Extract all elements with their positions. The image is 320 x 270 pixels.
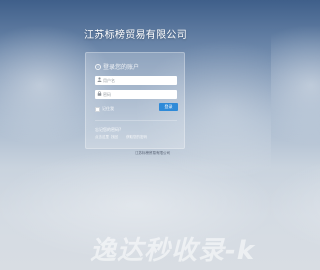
remember-checkbox[interactable] bbox=[95, 106, 100, 112]
panel-divider bbox=[95, 120, 177, 121]
panel-heading: i 登录您的账户 bbox=[95, 62, 139, 71]
login-panel: i 登录您的账户 记住我 登录 忘记您的密码? 点击这里 找回 获取您的密码 bbox=[85, 52, 185, 149]
password-field[interactable] bbox=[95, 90, 177, 99]
copyright: 江苏标榜贸易有限公司 bbox=[135, 151, 170, 155]
login-heading: 登录您的账户 bbox=[103, 64, 140, 71]
remember-me[interactable]: 记住我 bbox=[95, 106, 114, 112]
forgot-password-title: 忘记您的密码? bbox=[95, 127, 122, 132]
password-input[interactable] bbox=[103, 90, 173, 99]
watermark-text: 逸达秒收录-k bbox=[90, 236, 256, 266]
login-button[interactable]: 登录 bbox=[159, 103, 178, 111]
company-title: 江苏标榜贸易有限公司 bbox=[84, 30, 187, 41]
username-field[interactable] bbox=[95, 76, 177, 85]
help-link-get-password[interactable]: 获取您的密码 bbox=[126, 135, 147, 140]
lock-icon bbox=[95, 91, 103, 98]
forgot-password-links: 点击这里 找回 获取您的密码 bbox=[95, 135, 147, 140]
info-icon: i bbox=[95, 63, 101, 70]
user-icon bbox=[95, 77, 103, 84]
remember-label: 记住我 bbox=[102, 106, 114, 111]
username-input[interactable] bbox=[103, 76, 173, 85]
help-link-click-here[interactable]: 点击这里 bbox=[95, 135, 109, 140]
help-link-retrieve[interactable]: 找回 bbox=[111, 135, 118, 140]
